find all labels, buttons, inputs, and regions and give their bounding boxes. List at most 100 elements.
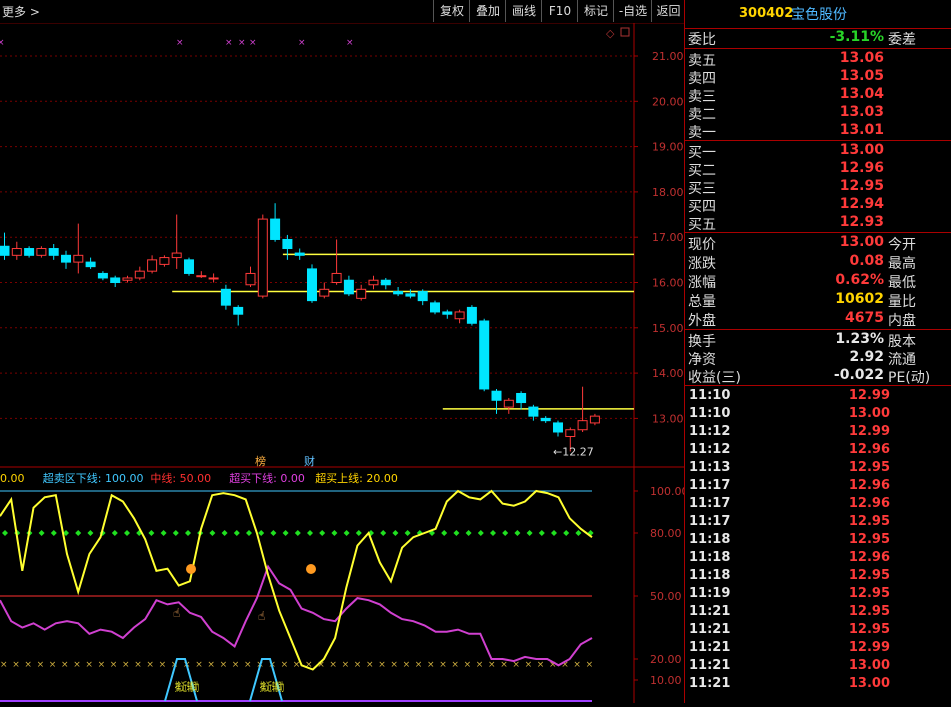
tick-row: 11:18 12.96 bbox=[685, 549, 951, 567]
indicator-axis-label: 50.00 bbox=[650, 590, 682, 603]
cross-marker: × bbox=[378, 660, 386, 670]
signal-marker: × bbox=[346, 38, 354, 48]
bid-row[interactable]: 买三 12.95 bbox=[685, 178, 951, 197]
candle-up bbox=[147, 259, 158, 272]
candle-down bbox=[442, 311, 453, 315]
tick-row: 11:17 12.96 bbox=[685, 495, 951, 513]
peach-icon bbox=[186, 564, 196, 574]
bid-row[interactable]: 买一 13.00 bbox=[685, 142, 951, 161]
quote-row: 涨跌 0.08 最高 bbox=[685, 253, 951, 272]
fuquan-button[interactable]: 复权 bbox=[433, 0, 470, 22]
fund-label: 净资 bbox=[688, 352, 716, 368]
cross-marker: × bbox=[146, 660, 154, 670]
price-axis-label: 13.00 bbox=[652, 412, 684, 425]
green-dot bbox=[465, 530, 472, 536]
ask-price: 13.06 bbox=[839, 50, 884, 66]
green-dot bbox=[453, 530, 460, 536]
cross-marker: × bbox=[488, 660, 496, 670]
ask-row[interactable]: 卖四 13.05 bbox=[685, 68, 951, 87]
green-dot bbox=[307, 530, 313, 536]
indicator-legend-item: 中线: 50.00 bbox=[150, 471, 211, 485]
bid-price: 13.00 bbox=[839, 142, 884, 158]
candle-up bbox=[245, 272, 256, 286]
hand-icon: ☝ bbox=[173, 606, 180, 620]
ask-label: 卖五 bbox=[688, 53, 716, 69]
quote-row: 现价 13.00 今开 bbox=[685, 234, 951, 253]
signal-marker: × bbox=[0, 38, 5, 48]
hand-icon: ☝ bbox=[258, 609, 265, 623]
candle-up bbox=[73, 254, 84, 263]
cross-marker: × bbox=[207, 660, 215, 670]
fund-label: 换手 bbox=[688, 334, 716, 350]
cross-marker: × bbox=[403, 660, 411, 670]
bid-row[interactable]: 买五 12.93 bbox=[685, 214, 951, 233]
stock-name[interactable]: 宝色股份 bbox=[791, 4, 847, 24]
quote-label-2: 内盘 bbox=[888, 313, 916, 329]
ask-price: 13.05 bbox=[839, 68, 884, 84]
candle-up bbox=[159, 257, 170, 265]
green-dot bbox=[246, 530, 252, 536]
candle-down bbox=[220, 288, 231, 306]
green-dot bbox=[294, 530, 301, 536]
tick-time: 11:13 bbox=[689, 460, 731, 475]
cross-marker: × bbox=[73, 660, 81, 670]
cross-marker: × bbox=[354, 660, 362, 670]
ask-row[interactable]: 卖五 13.06 bbox=[685, 50, 951, 69]
candle-down bbox=[307, 268, 317, 302]
cross-marker: × bbox=[476, 660, 484, 670]
diamond-icon: ◇ bbox=[606, 27, 615, 40]
green-dot bbox=[477, 530, 484, 536]
overlay-button[interactable]: 叠加 bbox=[469, 0, 506, 22]
back-button[interactable]: 返回 bbox=[651, 0, 685, 22]
bid-label: 买一 bbox=[688, 145, 716, 161]
quote-label: 外盘 bbox=[688, 313, 716, 329]
more-menu[interactable]: 更多 > bbox=[2, 3, 40, 20]
bid-label: 买二 bbox=[688, 163, 716, 179]
tick-time: 11:17 bbox=[689, 478, 731, 493]
green-dot bbox=[221, 530, 228, 536]
ask-row[interactable]: 卖一 13.01 bbox=[685, 122, 951, 141]
bid-row[interactable]: 买二 12.96 bbox=[685, 160, 951, 179]
tick-time: 11:17 bbox=[689, 514, 731, 529]
stock-header: 300402 宝色股份 bbox=[685, 0, 951, 29]
cross-marker: × bbox=[122, 660, 130, 670]
tick-time: 11:17 bbox=[689, 496, 731, 511]
tick-price: 12.99 bbox=[848, 640, 890, 655]
ask-price: 13.03 bbox=[839, 104, 884, 120]
green-dot bbox=[538, 530, 545, 536]
candle-up bbox=[196, 275, 207, 278]
candle-up bbox=[503, 399, 514, 408]
signal-marker: × bbox=[298, 38, 306, 48]
candle-up bbox=[257, 218, 268, 297]
green-dot bbox=[111, 530, 118, 536]
draw-line-button[interactable]: 画线 bbox=[505, 0, 542, 22]
price-axis-label: 19.00 bbox=[652, 141, 684, 154]
ask-row[interactable]: 卖二 13.03 bbox=[685, 104, 951, 123]
ask-label: 卖一 bbox=[688, 125, 716, 141]
tick-row: 11:13 12.95 bbox=[685, 459, 951, 477]
cross-marker: × bbox=[110, 660, 118, 670]
cross-marker: × bbox=[281, 660, 289, 670]
candle-down bbox=[466, 306, 477, 324]
price-axis-label: 18.00 bbox=[652, 186, 684, 199]
cross-marker: × bbox=[24, 660, 32, 670]
ask-row[interactable]: 卖三 13.04 bbox=[685, 86, 951, 105]
bid-row[interactable]: 买四 12.94 bbox=[685, 196, 951, 215]
cross-marker: × bbox=[573, 660, 581, 670]
mark-button[interactable]: 标记 bbox=[577, 0, 614, 22]
separator bbox=[685, 140, 951, 141]
tick-row: 11:18 12.95 bbox=[685, 567, 951, 585]
candlesticks bbox=[0, 203, 600, 452]
tick-row: 11:12 12.99 bbox=[685, 423, 951, 441]
cross-marker: × bbox=[439, 660, 447, 670]
green-dot bbox=[563, 530, 570, 536]
fund-value: 2.92 bbox=[849, 349, 884, 365]
quote-label-2: 今开 bbox=[888, 237, 916, 253]
cross-marker: × bbox=[329, 660, 337, 670]
tick-price: 12.95 bbox=[848, 586, 890, 601]
tick-row: 11:21 13.00 bbox=[685, 657, 951, 675]
tick-time: 11:21 bbox=[689, 640, 731, 655]
remove-watchlist-button[interactable]: -自选 bbox=[613, 0, 652, 22]
f10-button[interactable]: F10 bbox=[541, 0, 578, 22]
kline-chart-area[interactable]: 21.00 20.00 19.00 18.00 17.00 16.00 15.00 14.00… bbox=[0, 23, 689, 703]
